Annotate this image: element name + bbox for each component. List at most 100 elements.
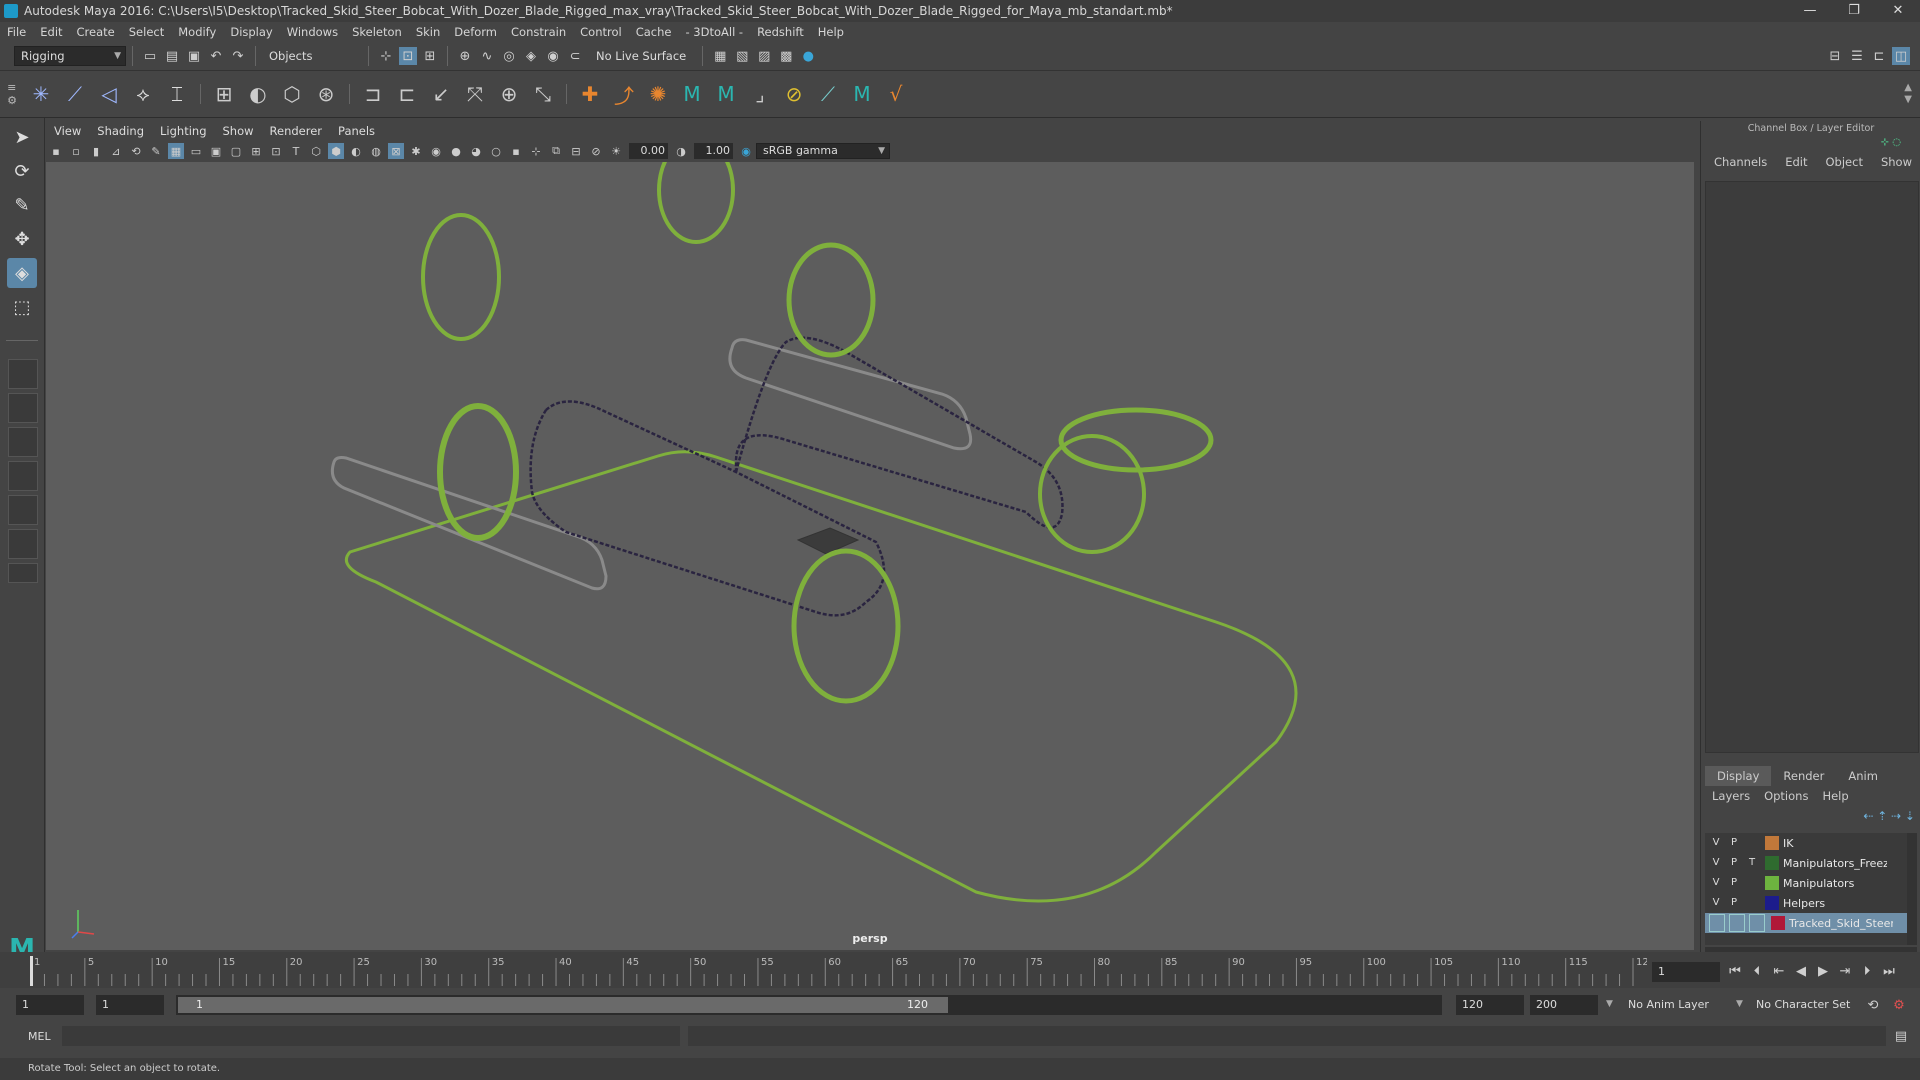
menu-3dtoall[interactable]: - 3DtoAll - xyxy=(678,25,750,39)
snap-surface-icon[interactable]: ◉ xyxy=(544,47,562,65)
viewport-menu-panels[interactable]: Panels xyxy=(330,124,383,138)
perspective-viewport[interactable]: persp xyxy=(46,162,1694,950)
joint-tool-icon[interactable]: ✳ xyxy=(26,79,56,109)
chevron-down-icon[interactable]: ▼ xyxy=(1736,999,1743,1009)
front-left-wheel-control[interactable] xyxy=(437,403,519,541)
save-scene-icon[interactable]: ▣ xyxy=(185,47,203,65)
auto-key-icon[interactable]: ⟲ xyxy=(1864,996,1882,1014)
top-rotate-handle[interactable] xyxy=(657,162,735,244)
resolution-gate-icon[interactable]: ▣ xyxy=(208,143,224,159)
xray-icon[interactable]: ⊠ xyxy=(388,143,404,159)
redo-icon[interactable]: ↷ xyxy=(229,47,247,65)
playback-end-field[interactable]: 120 xyxy=(1456,995,1524,1015)
layer-display-type[interactable]: T xyxy=(1745,855,1759,871)
textured-icon[interactable]: ◉ xyxy=(428,143,444,159)
cluster-icon[interactable]: ◐ xyxy=(243,79,273,109)
gamma-icon[interactable]: ◑ xyxy=(673,143,689,159)
wire-deformer-icon[interactable]: ⬡ xyxy=(277,79,307,109)
layout-options-icon[interactable] xyxy=(8,563,38,583)
menu-modify[interactable]: Modify xyxy=(171,25,223,39)
aim-constraint-icon[interactable]: ⤴ xyxy=(609,79,639,109)
tab-render[interactable]: Render xyxy=(1771,766,1836,786)
shadows-icon[interactable]: ◕ xyxy=(468,143,484,159)
render-view-icon[interactable]: ▩ xyxy=(777,47,795,65)
default-material-icon[interactable]: ◐ xyxy=(348,143,364,159)
frame-all-icon[interactable]: ⧉ xyxy=(548,143,564,159)
layer-action-icons[interactable]: ⇠ ⇡ ⇢ ⇣ xyxy=(1863,809,1915,823)
safe-action-icon[interactable]: ⊡ xyxy=(268,143,284,159)
right-track-mesh[interactable] xyxy=(728,338,973,451)
move-tool-icon[interactable]: ✥ xyxy=(7,224,37,254)
menu-windows[interactable]: Windows xyxy=(280,25,345,39)
menu-select[interactable]: Select xyxy=(122,25,171,39)
viewport-menu-show[interactable]: Show xyxy=(215,124,262,138)
paint-weights-icon[interactable]: ↙ xyxy=(426,79,456,109)
ik-handle-icon[interactable]: ⟋ xyxy=(60,79,90,109)
xray-joints-icon[interactable]: ✱ xyxy=(408,143,424,159)
ambient-occlusion-icon[interactable]: ○ xyxy=(488,143,504,159)
snap-view-icon[interactable]: ◈ xyxy=(522,47,540,65)
blend-shape-icon[interactable]: ⊛ xyxy=(311,79,341,109)
layer-display-type[interactable] xyxy=(1745,895,1759,911)
select-object-icon[interactable]: ⊡ xyxy=(399,47,417,65)
checkmark-icon[interactable]: √ xyxy=(881,79,911,109)
four-view-layout-icon[interactable] xyxy=(8,393,38,423)
layer-color-swatch[interactable] xyxy=(1771,916,1785,930)
open-scene-icon[interactable]: ▤ xyxy=(163,47,181,65)
layer-color-swatch[interactable] xyxy=(1765,836,1779,850)
layer-display-type[interactable] xyxy=(1749,914,1765,932)
view-transform-icon[interactable]: ⟲ xyxy=(128,143,144,159)
range-slider-track[interactable]: 1 120 xyxy=(176,995,1442,1015)
menuset-dropdown[interactable]: Rigging ▼ xyxy=(14,46,126,66)
layer-help-menu[interactable]: Help xyxy=(1815,789,1855,803)
script-editor-icon[interactable]: ▤ xyxy=(1892,1027,1910,1045)
current-frame-field[interactable]: 1 xyxy=(1652,962,1720,982)
menu-control[interactable]: Control xyxy=(573,25,629,39)
menu-constrain[interactable]: Constrain xyxy=(504,25,573,39)
grease-pencil-icon[interactable]: ✎ xyxy=(148,143,164,159)
animation-preferences-icon[interactable]: ⚙ xyxy=(1890,996,1908,1014)
layer-visibility[interactable]: V xyxy=(1709,875,1723,891)
ik-spline-icon[interactable]: ◁ xyxy=(94,79,124,109)
viewport-menu-view[interactable]: View xyxy=(46,124,89,138)
restore-button[interactable]: ❐ xyxy=(1832,0,1876,22)
select-tool-icon[interactable]: ➤ xyxy=(7,122,37,152)
front-left-rotate-handle[interactable] xyxy=(421,213,501,341)
live-surface-label[interactable]: No Live Surface xyxy=(596,49,686,63)
channels-menu[interactable]: Channels xyxy=(1705,155,1776,169)
layer-playback[interactable]: P xyxy=(1727,835,1741,851)
smooth-skin-icon[interactable]: ⤧ xyxy=(460,79,490,109)
scene-canvas[interactable] xyxy=(46,162,1694,950)
channel-list[interactable] xyxy=(1705,181,1919,753)
camera-select-icon[interactable]: ▪ xyxy=(48,143,64,159)
wireframe-on-shaded-icon[interactable]: ◍ xyxy=(368,143,384,159)
gate-mask-icon[interactable]: ▢ xyxy=(228,143,244,159)
layer-row-manipulators-freeze[interactable]: V P T Manipulators_Freez xyxy=(1705,853,1909,873)
layer-display-type[interactable] xyxy=(1745,875,1759,891)
single-perspective-layout-icon[interactable] xyxy=(8,359,38,389)
shelf-options-icon[interactable]: ≡ ⚙ xyxy=(0,74,24,114)
close-button[interactable]: ✕ xyxy=(1876,0,1920,22)
step-back-key-icon[interactable]: ⇤ xyxy=(1770,962,1788,980)
bookmark-icon[interactable]: ▮ xyxy=(88,143,104,159)
exposure-field[interactable]: 0.00 xyxy=(629,143,668,159)
insert-joint-icon[interactable]: ⟡ xyxy=(128,79,158,109)
tab-anim[interactable]: Anim xyxy=(1836,766,1890,786)
scale-tool-icon[interactable]: ⬚ xyxy=(7,292,37,322)
set-driven-key-icon[interactable]: ⊘ xyxy=(779,79,809,109)
menu-skeleton[interactable]: Skeleton xyxy=(345,25,409,39)
rear-right-wheel-control[interactable] xyxy=(786,242,876,358)
layer-playback[interactable]: P xyxy=(1727,895,1741,911)
channel-box-icon[interactable]: ◫ xyxy=(1892,47,1910,65)
snap-curve-icon[interactable]: ∿ xyxy=(478,47,496,65)
layer-visibility[interactable]: V xyxy=(1709,855,1723,871)
playback-start-field[interactable]: 1 xyxy=(96,995,164,1015)
layer-visibility[interactable]: V xyxy=(1709,895,1723,911)
3dtoall-tool-2-icon[interactable]: M xyxy=(711,79,741,109)
bind-skin-icon[interactable]: ⊐ xyxy=(358,79,388,109)
menu-edit[interactable]: Edit xyxy=(33,25,69,39)
script-language-toggle[interactable]: MEL xyxy=(28,1030,51,1043)
gamma-field[interactable]: 1.00 xyxy=(694,143,733,159)
point-constraint-icon[interactable]: ✚ xyxy=(575,79,605,109)
menu-cache[interactable]: Cache xyxy=(629,25,679,39)
